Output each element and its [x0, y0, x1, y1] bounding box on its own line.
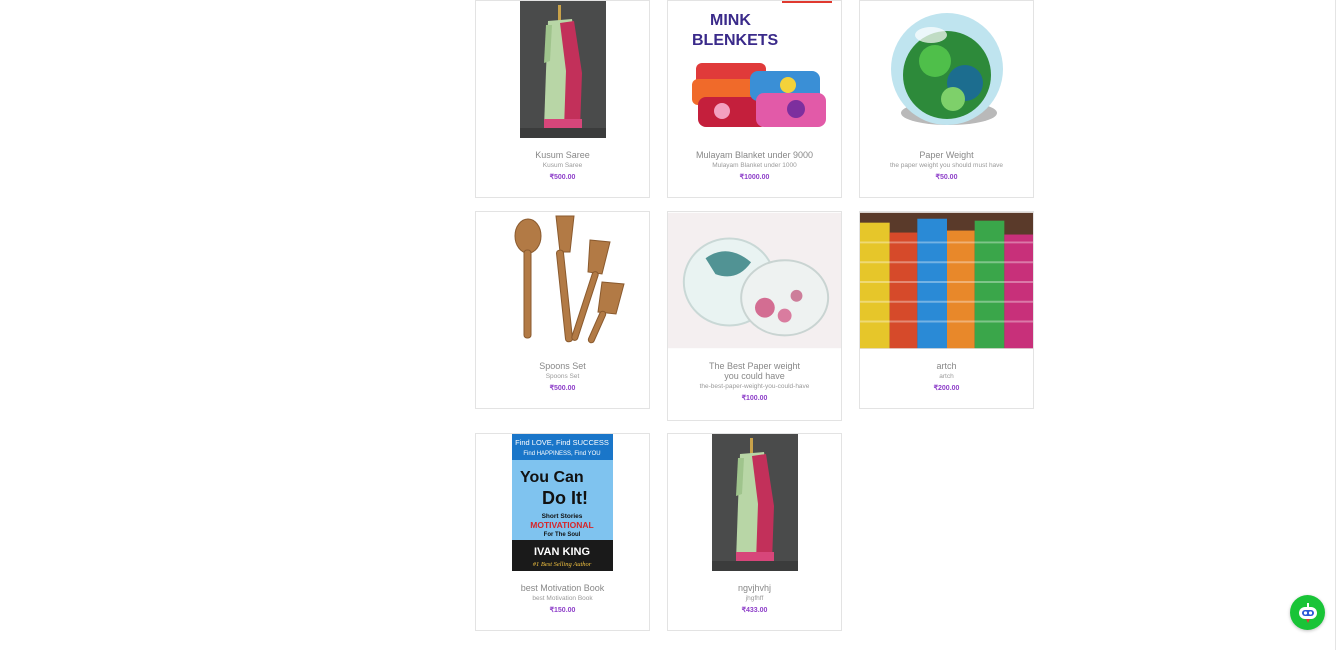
product-card-motivation-book[interactable]: Find LOVE, Find SUCCESS Find HAPPINESS, …	[475, 433, 650, 631]
book-tag-3: For The Soul	[544, 532, 581, 538]
product-description: artch	[939, 373, 954, 380]
product-description: the paper weight you should must have	[889, 162, 1004, 169]
saree-image[interactable]	[476, 1, 649, 138]
book-tag-2: MOTIVATIONAL	[530, 520, 593, 530]
chatbot-icon	[1298, 602, 1317, 623]
product-description: jhgfhff	[745, 595, 764, 602]
product-price: ₹500.00	[549, 174, 576, 181]
product-info: The Best Paper weight you could have the…	[668, 349, 841, 404]
product-price: ₹1000.00	[739, 174, 770, 181]
chatbot-button[interactable]	[1290, 595, 1325, 630]
product-card-ngvjhvhj[interactable]: ngvjhvhj jhgfhff ₹433.00	[667, 433, 842, 631]
product-price: ₹433.00	[741, 607, 768, 614]
product-info: Mulayam Blanket under 9000 Mulayam Blank…	[668, 138, 841, 183]
wooden-spoons-image[interactable]	[476, 212, 649, 349]
saree-image[interactable]	[668, 434, 841, 571]
product-description: best Motivation Book	[532, 595, 593, 602]
book-tag-1: Short Stories	[542, 513, 583, 520]
book-title-2: Do It!	[542, 488, 588, 508]
product-card-kusum-saree[interactable]: Kusum Saree Kusum Saree ₹500.00	[475, 0, 650, 198]
bangles-image[interactable]	[860, 212, 1033, 349]
product-card-mulayam-blanket[interactable]: MINK BLENKETS Mulayam Blanket under 9000…	[667, 0, 842, 198]
product-card-spoons-set[interactable]: Spoons Set Spoons Set ₹500.00	[475, 211, 650, 409]
product-price: ₹50.00	[935, 174, 958, 181]
product-price: ₹500.00	[549, 385, 576, 392]
product-price: ₹200.00	[933, 385, 960, 392]
product-card-artch[interactable]: artch artch ₹200.00	[859, 211, 1034, 409]
book-title-1: You Can	[520, 469, 584, 486]
book-author: IVAN KING	[534, 546, 590, 558]
product-description: Mulayam Blanket under 1000	[712, 162, 797, 169]
resin-paperweight-image[interactable]	[668, 212, 841, 349]
svg-text:MINK: MINK	[710, 12, 751, 29]
svg-text:BLENKETS: BLENKETS	[692, 32, 779, 49]
product-description: Spoons Set	[545, 373, 580, 380]
product-title[interactable]: best Motivation Book	[482, 583, 643, 593]
product-title[interactable]: The Best Paper weight you could have	[674, 361, 835, 381]
product-info: Paper Weight the paper weight you should…	[860, 138, 1033, 183]
product-title[interactable]: ngvjhvhj	[674, 583, 835, 593]
product-title[interactable]: Paper Weight	[866, 150, 1027, 160]
product-card-best-paper-weight[interactable]: The Best Paper weight you could have the…	[667, 211, 842, 421]
book-line-2: Find HAPPINESS, Find YOU	[523, 451, 600, 457]
product-info: Spoons Set Spoons Set ₹500.00	[476, 349, 649, 394]
product-price: ₹150.00	[549, 607, 576, 614]
product-description: Kusum Saree	[542, 162, 583, 169]
product-title[interactable]: Kusum Saree	[482, 150, 643, 160]
product-info: Kusum Saree Kusum Saree ₹500.00	[476, 138, 649, 183]
book-badge: #1 Best Selling Author	[533, 561, 592, 568]
product-card-paper-weight[interactable]: Paper Weight the paper weight you should…	[859, 0, 1034, 198]
product-info: best Motivation Book best Motivation Boo…	[476, 571, 649, 616]
product-title[interactable]: artch	[866, 361, 1027, 371]
blanket-image[interactable]: MINK BLENKETS	[668, 1, 841, 138]
product-description: the-best-paper-weight-you-could-have	[699, 383, 810, 390]
book-line-1: Find LOVE, Find SUCCESS	[515, 438, 609, 447]
glass-paperweight-image[interactable]	[860, 1, 1033, 138]
product-title[interactable]: Mulayam Blanket under 9000	[674, 150, 835, 160]
product-info: ngvjhvhj jhgfhff ₹433.00	[668, 571, 841, 616]
book-cover-image[interactable]: Find LOVE, Find SUCCESS Find HAPPINESS, …	[476, 434, 649, 571]
product-info: artch artch ₹200.00	[860, 349, 1033, 394]
product-title[interactable]: Spoons Set	[482, 361, 643, 371]
product-price: ₹100.00	[741, 395, 768, 402]
